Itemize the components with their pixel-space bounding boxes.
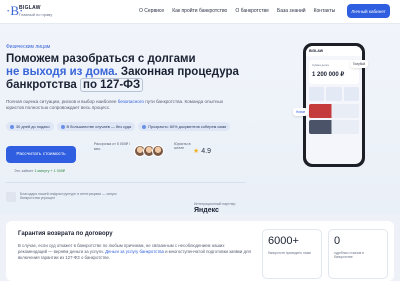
pill-documents: Прозрачно: 80% документов соберем сами bbox=[138, 122, 231, 131]
logo[interactable]: ·B· BIGLAW Главный по праву bbox=[6, 4, 52, 18]
cabinet-button[interactable]: Личный кабинет bbox=[347, 4, 390, 18]
app-tiles bbox=[309, 87, 359, 101]
stat-refusals: 0 судебных отказов в банкротстве bbox=[328, 229, 388, 279]
infrastructure-text: Благодаря нашей инфраструктуре и интегра… bbox=[20, 192, 117, 201]
lawyer-avatars bbox=[134, 145, 164, 157]
check-icon bbox=[60, 124, 65, 129]
desc-highlight: безопасного bbox=[117, 99, 144, 104]
app-tile bbox=[326, 87, 342, 101]
site-header: ·B· BIGLAW Главный по праву О Сервисе Ка… bbox=[0, 0, 400, 24]
partner-label: Интеграционный партнер bbox=[194, 202, 236, 206]
floating-tag: Новое bbox=[293, 108, 309, 116]
guarantee-title: Гарантия возврата по договору bbox=[18, 231, 113, 237]
nav-item-about[interactable]: О Сервисе bbox=[139, 8, 164, 14]
pill-label: В большинстве случаев — без суда bbox=[66, 124, 132, 129]
divider bbox=[6, 182, 246, 183]
hero-title-highlight: не выходя из дома. bbox=[6, 66, 118, 78]
stat-cases: 6000+ банкротств проведено нами bbox=[262, 229, 322, 279]
installment-info: Рассрочка от 5 000₽ / мес. bbox=[94, 142, 131, 151]
stat-caption: банкротств проведено нами bbox=[268, 251, 311, 255]
guarantee-link[interactable]: Деньги за услугу банкротства bbox=[105, 249, 164, 254]
nav-item-how[interactable]: Как пройти банкротство bbox=[172, 8, 227, 14]
pill-label: Прозрачно: 80% документов соберем сами bbox=[148, 124, 227, 129]
logo-tagline: Главный по праву bbox=[19, 12, 53, 17]
nav-item-knowledge[interactable]: База знаний bbox=[277, 8, 306, 14]
app-tile bbox=[309, 87, 325, 101]
logo-icon: ·B· bbox=[6, 3, 24, 18]
hero-title-line1: Поможем разобраться с долгами bbox=[6, 53, 196, 65]
asset-card bbox=[309, 120, 359, 134]
app-tile bbox=[343, 87, 359, 101]
hero-eyebrow: Физическим лицам bbox=[6, 44, 51, 50]
infrastructure-icon bbox=[6, 192, 16, 202]
cta-note-bold: 1 минуту + 1 000₽ bbox=[34, 169, 66, 173]
guarantee-text: В случае, если суд откажет в банкротстве… bbox=[18, 243, 253, 261]
feature-pills: 30 дней до подачи В большинстве случаев … bbox=[6, 122, 233, 131]
nav-item-contacts[interactable]: Контакты bbox=[314, 8, 336, 14]
cta-note: Это займет 1 минуту + 1 000₽ bbox=[14, 169, 65, 173]
app-header: BIGLAW bbox=[306, 46, 362, 56]
logo-name: BIGLAW bbox=[19, 5, 41, 11]
calculate-cost-button[interactable]: Рассчитать стоимость bbox=[6, 146, 76, 163]
pill-no-court: В большинстве случаев — без суда bbox=[56, 122, 136, 131]
main-nav: О Сервисе Как пройти банкротство О банкр… bbox=[139, 8, 335, 14]
hero-title-line2: Законная процедура bbox=[117, 66, 239, 78]
partner-block: Интеграционный партнер Яндекс bbox=[194, 202, 235, 214]
floating-tag: Голубой bbox=[350, 60, 369, 68]
infrastructure-note: Благодаря нашей инфраструктуре и интегра… bbox=[6, 192, 130, 202]
pill-label: 30 дней до подачи bbox=[16, 124, 50, 129]
guarantee-section: Гарантия возврата по договору В случае, … bbox=[6, 221, 394, 281]
avatar bbox=[152, 145, 164, 157]
check-icon bbox=[10, 124, 14, 129]
nav-item-bankruptcy[interactable]: О банкротстве bbox=[235, 8, 269, 14]
cta-note-pre: Это займет bbox=[14, 169, 35, 173]
partner-logo: Яндекс bbox=[194, 207, 219, 215]
debt-amount: 1 200 000 ₽ bbox=[312, 72, 345, 78]
rating-value: 4.9 bbox=[201, 147, 212, 155]
hero-title: Поможем разобраться с долгами не выходя … bbox=[6, 53, 266, 92]
stat-number: 6000+ bbox=[268, 235, 299, 247]
stat-number: 0 bbox=[334, 235, 341, 247]
check-icon bbox=[142, 124, 147, 129]
asset-card bbox=[309, 104, 359, 118]
stat-caption: судебных отказов в банкротстве bbox=[334, 251, 364, 260]
pill-30-days: 30 дней до подачи bbox=[6, 122, 54, 131]
rating: ★ 4.9 bbox=[193, 147, 212, 156]
star-icon: ★ bbox=[193, 148, 200, 155]
hero-description: Полная оценка ситуации, рисков и выбор н… bbox=[6, 99, 236, 111]
law-badge: по 127-ФЗ bbox=[80, 78, 144, 92]
hero-title-line3: банкротства bbox=[6, 79, 77, 91]
desc-part1: Полная оценка ситуации, рисков и выбор н… bbox=[6, 99, 118, 104]
